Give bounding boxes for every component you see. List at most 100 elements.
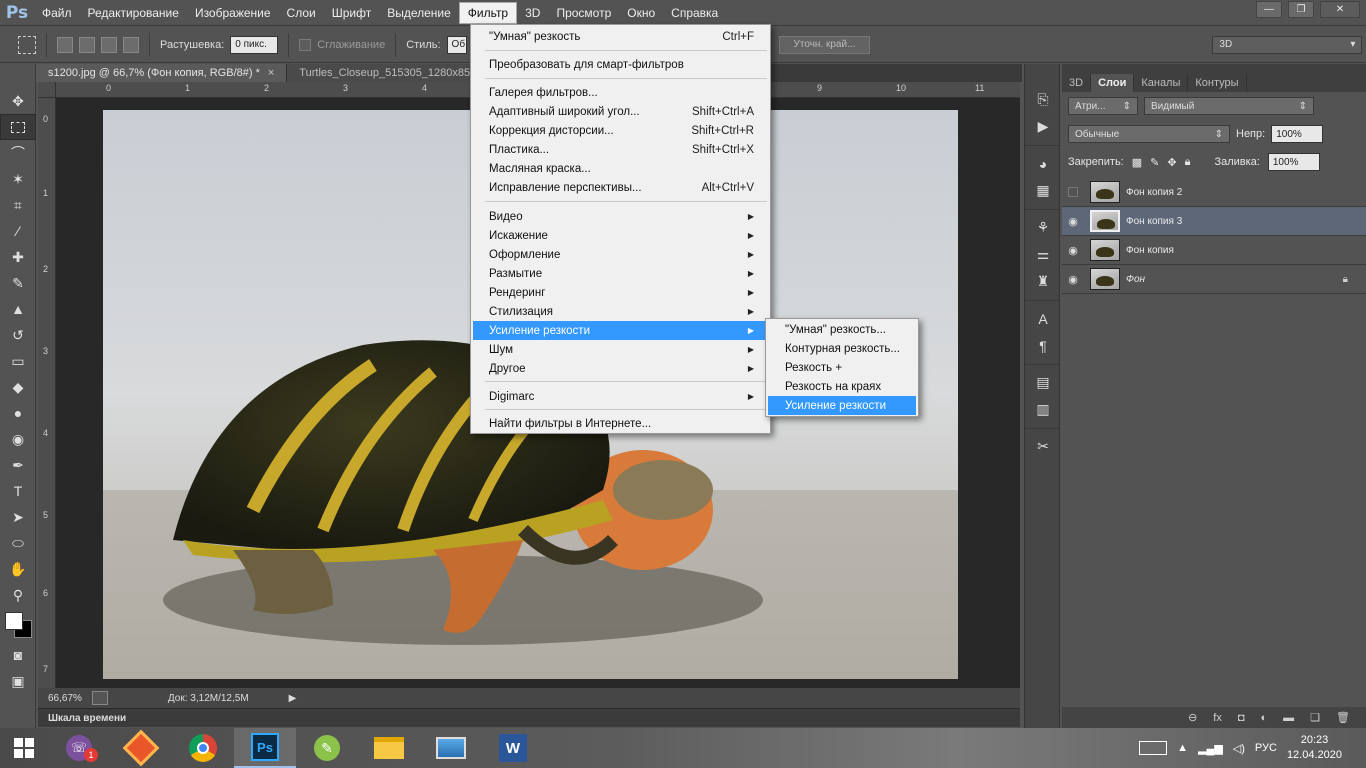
new-selection-icon[interactable]	[57, 36, 73, 53]
close-icon[interactable]: ×	[268, 67, 274, 79]
character-icon[interactable]: A	[1025, 305, 1061, 332]
submenu-item-smart-sharpen[interactable]: "Умная" резкость...	[768, 320, 916, 339]
workspace-select[interactable]: 3D ▾	[1212, 35, 1363, 54]
intersect-selection-icon[interactable]	[123, 36, 139, 53]
add-selection-icon[interactable]	[79, 36, 95, 53]
opacity-input[interactable]: 100%	[1271, 125, 1324, 143]
network-icon[interactable]: ▂▄▆	[1198, 742, 1223, 755]
menu-item-pixelate[interactable]: Оформление ▶	[473, 245, 768, 264]
clone-stamp-icon[interactable]: ▲	[0, 296, 36, 322]
menu-item-filter-gallery[interactable]: Галерея фильтров...	[473, 83, 768, 102]
subtract-selection-icon[interactable]	[101, 36, 117, 53]
paragraph-icon[interactable]: ¶	[1025, 332, 1061, 359]
dodge-icon[interactable]: ◉	[0, 426, 36, 452]
filter-kind-select[interactable]: Атри... ⇕	[1068, 97, 1138, 115]
eye-icon[interactable]: ◉	[1062, 273, 1084, 286]
keyboard-icon[interactable]	[1139, 741, 1168, 755]
history-brush-icon[interactable]: ↺	[0, 322, 36, 348]
layer-row-selected[interactable]: ◉ Фон копия 3	[1062, 207, 1366, 236]
submenu-item-sharpen-edges[interactable]: Резкость на краях	[768, 377, 916, 396]
eraser-icon[interactable]: ▭	[0, 348, 36, 374]
path-selection-icon[interactable]: ➤	[0, 504, 36, 530]
lock-transparency-icon[interactable]: ▩	[1132, 156, 1142, 169]
layer-row[interactable]: Фон копия 2	[1062, 178, 1366, 207]
menu-item-smart-sharpen-last[interactable]: "Умная" резкость Ctrl+F	[473, 27, 768, 46]
menu-item-video[interactable]: Видео ▶	[473, 207, 768, 226]
menu-item-noise[interactable]: Шум ▶	[473, 340, 768, 359]
menu-item-sharpen[interactable]: Усиление резкости ▶	[473, 321, 768, 340]
chrome-icon[interactable]	[172, 728, 234, 768]
magic-wand-icon[interactable]: ✶	[0, 166, 36, 192]
lock-pixels-icon[interactable]: ✎	[1150, 156, 1159, 169]
restore-button[interactable]: ❐	[1288, 1, 1314, 18]
word-icon[interactable]: W	[482, 728, 544, 768]
tab-channels[interactable]: Каналы	[1134, 74, 1189, 92]
color-swatches[interactable]	[0, 608, 35, 642]
menu-select[interactable]: Выделение	[379, 2, 459, 24]
fx-icon[interactable]: fx	[1213, 712, 1222, 724]
menu-item-oil-paint[interactable]: Масляная краска...	[473, 159, 768, 178]
timeline-panel[interactable]: Шкала времени	[38, 708, 1020, 727]
tab-paths[interactable]: Контуры	[1188, 74, 1247, 92]
filter-value-select[interactable]: Видимый ⇕	[1144, 97, 1314, 115]
zoom-icon[interactable]: ⚲	[0, 582, 36, 608]
photos-icon[interactable]	[420, 728, 482, 768]
clone-source-icon[interactable]: ♜	[1025, 268, 1061, 295]
pen-icon[interactable]: ✒	[0, 452, 36, 478]
blur-icon[interactable]: ●	[0, 400, 36, 426]
type-icon[interactable]: T	[0, 478, 36, 504]
tab-layers[interactable]: Слои	[1091, 74, 1135, 92]
healing-brush-icon[interactable]: ✚	[0, 244, 36, 270]
close-button[interactable]: ✕	[1320, 1, 1360, 18]
menu-file[interactable]: Файл	[34, 2, 80, 24]
language-indicator[interactable]: РУС	[1255, 742, 1277, 754]
submenu-item-sharpen-more[interactable]: Резкость +	[768, 358, 916, 377]
menu-item-distort[interactable]: Искажение ▶	[473, 226, 768, 245]
menu-image[interactable]: Изображение	[187, 2, 279, 24]
new-layer-icon[interactable]: ❏	[1310, 711, 1320, 724]
submenu-item-unsharp-mask[interactable]: Контурная резкость...	[768, 339, 916, 358]
antivirus-icon[interactable]	[110, 728, 172, 768]
photoshop-taskbar-icon[interactable]: Ps	[234, 728, 296, 768]
menu-item-adaptive-wide-angle[interactable]: Адаптивный широкий угол... Shift+Ctrl+A	[473, 102, 768, 121]
menu-3d[interactable]: 3D	[517, 2, 548, 24]
menu-help[interactable]: Справка	[663, 2, 726, 24]
tab-3d[interactable]: 3D	[1062, 74, 1092, 92]
notes-icon[interactable]: ▤	[1025, 369, 1061, 396]
minimize-button[interactable]: —	[1256, 1, 1282, 18]
foreground-color-swatch[interactable]	[5, 612, 23, 630]
menu-window[interactable]: Окно	[619, 2, 663, 24]
menu-type[interactable]: Шрифт	[324, 2, 379, 24]
menu-item-digimarc[interactable]: Digimarc ▶	[473, 387, 768, 406]
ellipse-icon[interactable]: ⬭	[0, 530, 36, 556]
play-icon[interactable]: ▶	[289, 693, 297, 704]
menu-view[interactable]: Просмотр	[548, 2, 619, 24]
link-icon[interactable]: ⊖	[1188, 711, 1197, 724]
status-menu-icon[interactable]	[91, 691, 108, 705]
eye-icon[interactable]: ◉	[1062, 215, 1084, 228]
quick-mask-icon[interactable]: ◙	[0, 642, 36, 668]
folder-icon[interactable]: ▬	[1283, 712, 1294, 724]
brush-presets-icon[interactable]: ⚘	[1025, 214, 1061, 241]
file-explorer-icon[interactable]	[358, 728, 420, 768]
crop-icon[interactable]: ⌗	[0, 192, 36, 218]
volume-icon[interactable]: ◁)	[1233, 742, 1245, 755]
cutter-icon[interactable]: ✎	[296, 728, 358, 768]
menu-item-render[interactable]: Рендеринг ▶	[473, 283, 768, 302]
feather-input[interactable]: 0 пикс.	[230, 35, 279, 54]
menu-item-other[interactable]: Другое ▶	[473, 359, 768, 378]
menu-item-browse-online[interactable]: Найти фильтры в Интернете...	[473, 414, 768, 433]
history-icon[interactable]: ⎘	[1025, 86, 1061, 113]
zoom-readout[interactable]: 66,67%	[48, 693, 82, 704]
menu-item-stylize[interactable]: Стилизация ▶	[473, 302, 768, 321]
menu-filter[interactable]: Фильтр	[458, 1, 518, 24]
clock[interactable]: 20:23 12.04.2020	[1287, 733, 1342, 763]
style-select[interactable]: Об	[446, 35, 467, 54]
menu-item-convert-smart[interactable]: Преобразовать для смарт-фильтров	[473, 55, 768, 74]
mask-icon[interactable]: ◘	[1238, 712, 1245, 724]
tab-s1200[interactable]: s1200.jpg @ 66,7% (Фон копия, RGB/8#) * …	[36, 64, 288, 82]
blend-mode-select[interactable]: Обычные ⇕	[1068, 125, 1230, 143]
tab-turtles[interactable]: Turtles_Closeup_515305_1280x85	[287, 64, 484, 82]
viber-icon[interactable]: ☏ 1	[48, 728, 110, 768]
move-tool-icon[interactable]: ✥	[0, 88, 36, 114]
